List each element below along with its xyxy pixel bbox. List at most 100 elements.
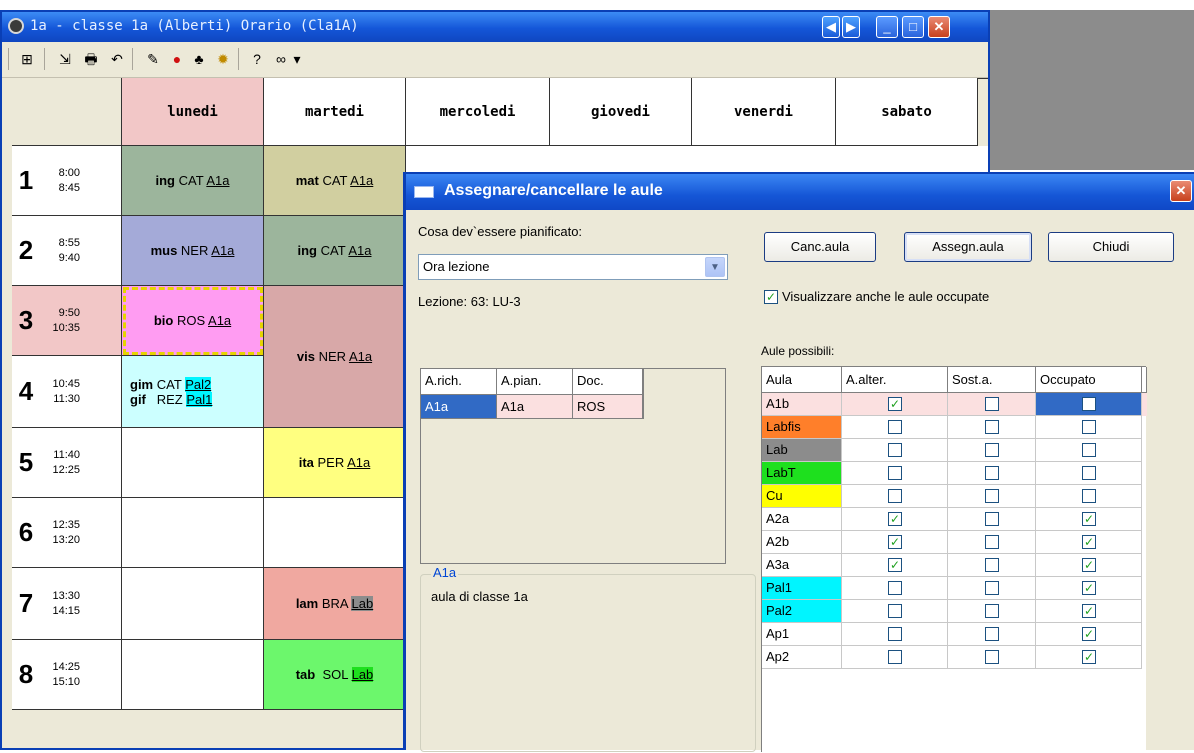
empty-cell[interactable]	[122, 640, 264, 710]
substitute-checkbox[interactable]	[985, 489, 999, 503]
col-header[interactable]: Sost.a.	[948, 367, 1036, 393]
lesson-cell[interactable]: vis NER A1a	[264, 286, 406, 428]
dialog-close-button[interactable]: ✕	[1170, 180, 1192, 202]
binoculars-icon[interactable]: ∞	[270, 48, 292, 70]
substitute-checkbox[interactable]	[985, 604, 999, 618]
alt-room-checkbox[interactable]	[888, 466, 902, 480]
room-row[interactable]: LabT	[762, 462, 1147, 485]
remove-room-button[interactable]: Canc.aula	[764, 232, 876, 262]
alt-room-checkbox[interactable]: ✓	[888, 558, 902, 572]
day-header-friday[interactable]: venerdi	[692, 78, 836, 146]
paint-icon[interactable]: ✎	[142, 48, 164, 70]
substitute-checkbox[interactable]	[985, 512, 999, 526]
export-icon[interactable]: ⇲	[54, 48, 76, 70]
room-row[interactable]: Pal1 ✓	[762, 577, 1147, 600]
room-row[interactable]: Pal2 ✓	[762, 600, 1147, 623]
occupied-checkbox[interactable]	[1082, 489, 1096, 503]
col-header[interactable]: Occupato	[1036, 367, 1142, 393]
room-name[interactable]: Ap1	[762, 623, 842, 646]
room-name[interactable]: Ap2	[762, 646, 842, 669]
alt-room-checkbox[interactable]	[888, 420, 902, 434]
table-cell[interactable]: A1a	[497, 395, 573, 419]
room-row[interactable]: A3a ✓ ✓	[762, 554, 1147, 577]
room-name[interactable]: A3a	[762, 554, 842, 577]
day-header-tuesday[interactable]: martedi	[264, 78, 406, 146]
room-name[interactable]: Labfis	[762, 416, 842, 439]
col-header[interactable]: A.rich.	[421, 369, 497, 395]
occupied-checkbox[interactable]: ✓	[1082, 650, 1096, 664]
substitute-checkbox[interactable]	[985, 466, 999, 480]
occupied-checkbox[interactable]	[1082, 466, 1096, 480]
alt-room-checkbox[interactable]: ✓	[888, 535, 902, 549]
prev-icon[interactable]: ◀	[822, 16, 840, 38]
empty-cell[interactable]	[122, 568, 264, 640]
room-row[interactable]: Ap2 ✓	[762, 646, 1147, 669]
dropdown-icon[interactable]: ▾	[292, 48, 302, 70]
alt-room-checkbox[interactable]: ✓	[888, 512, 902, 526]
room-row[interactable]: A2b ✓ ✓	[762, 531, 1147, 554]
lesson-cell[interactable]: gim CAT Pal2 gif REZ Pal1	[122, 356, 264, 428]
col-header[interactable]: Doc.	[573, 369, 643, 395]
alt-room-checkbox[interactable]	[888, 581, 902, 595]
day-header-monday[interactable]: lunedi	[122, 78, 264, 146]
occupied-checkbox[interactable]: ✓	[1082, 581, 1096, 595]
col-header[interactable]: A.pian.	[497, 369, 573, 395]
room-row[interactable]: A1b ✓	[762, 393, 1147, 416]
room-name[interactable]: Cu	[762, 485, 842, 508]
alt-room-checkbox[interactable]	[888, 443, 902, 457]
planned-select[interactable]: Ora lezione ▼	[418, 254, 728, 280]
next-icon[interactable]: ▶	[842, 16, 860, 38]
substitute-checkbox[interactable]	[985, 535, 999, 549]
occupied-checkbox[interactable]	[1082, 397, 1096, 411]
empty-cell[interactable]	[264, 498, 406, 568]
substitute-checkbox[interactable]	[985, 397, 999, 411]
close-dialog-button[interactable]: Chiudi	[1048, 232, 1174, 262]
room-row[interactable]: Labfis	[762, 416, 1147, 439]
lesson-cell[interactable]: lam BRA Lab	[264, 568, 406, 640]
minimize-button[interactable]: _	[876, 16, 898, 38]
lesson-cell[interactable]: ita PER A1a	[264, 428, 406, 498]
occupied-checkbox[interactable]: ✓	[1082, 535, 1096, 549]
alt-room-checkbox[interactable]	[888, 650, 902, 664]
alt-room-checkbox[interactable]: ✓	[888, 397, 902, 411]
room-row[interactable]: Cu	[762, 485, 1147, 508]
room-name[interactable]: A2a	[762, 508, 842, 531]
day-header-wednesday[interactable]: mercoledi	[406, 78, 550, 146]
table-cell[interactable]: A1a	[421, 395, 497, 419]
occupied-checkbox[interactable]: ✓	[1082, 627, 1096, 641]
alt-room-checkbox[interactable]	[888, 627, 902, 641]
undo-icon[interactable]: ↶	[106, 48, 128, 70]
room-name[interactable]: Lab	[762, 439, 842, 462]
room-row[interactable]: Ap1 ✓	[762, 623, 1147, 646]
occupied-checkbox[interactable]: ✓	[1082, 558, 1096, 572]
empty-cell[interactable]	[122, 498, 264, 568]
room-name[interactable]: A1b	[762, 393, 842, 416]
occupied-checkbox[interactable]	[1082, 443, 1096, 457]
room-name[interactable]: Pal2	[762, 600, 842, 623]
lesson-cell[interactable]: ing CAT A1a	[122, 146, 264, 216]
lesson-cell[interactable]: mus NER A1a	[122, 216, 264, 286]
substitute-checkbox[interactable]	[985, 420, 999, 434]
grid-plus-icon[interactable]: ⊞	[16, 48, 38, 70]
print-icon[interactable]: 🖶	[80, 48, 102, 70]
people-icon[interactable]: ♣	[188, 48, 210, 70]
dialog-title-bar[interactable]: Assegnare/cancellare le aule ✕	[406, 174, 1194, 210]
lesson-cell[interactable]: mat CAT A1a	[264, 146, 406, 216]
help-icon[interactable]: ?	[246, 48, 268, 70]
substitute-checkbox[interactable]	[985, 558, 999, 572]
close-button[interactable]: ✕	[928, 16, 950, 38]
alt-room-checkbox[interactable]	[888, 489, 902, 503]
lesson-cell[interactable]: ing CAT A1a	[264, 216, 406, 286]
selected-lesson-cell[interactable]: bio ROS A1a	[122, 286, 264, 356]
chevron-down-icon[interactable]: ▼	[705, 257, 725, 277]
gear-icon[interactable]: ✹	[212, 48, 234, 70]
lesson-cell[interactable]: tab SOL Lab	[264, 640, 406, 710]
room-name[interactable]: LabT	[762, 462, 842, 485]
room-row[interactable]: Lab	[762, 439, 1147, 462]
substitute-checkbox[interactable]	[985, 443, 999, 457]
assign-room-button[interactable]: Assegn.aula	[904, 232, 1032, 262]
day-header-saturday[interactable]: sabato	[836, 78, 978, 146]
empty-cell[interactable]	[122, 428, 264, 498]
room-name[interactable]: A2b	[762, 531, 842, 554]
table-cell[interactable]: ROS	[573, 395, 643, 419]
